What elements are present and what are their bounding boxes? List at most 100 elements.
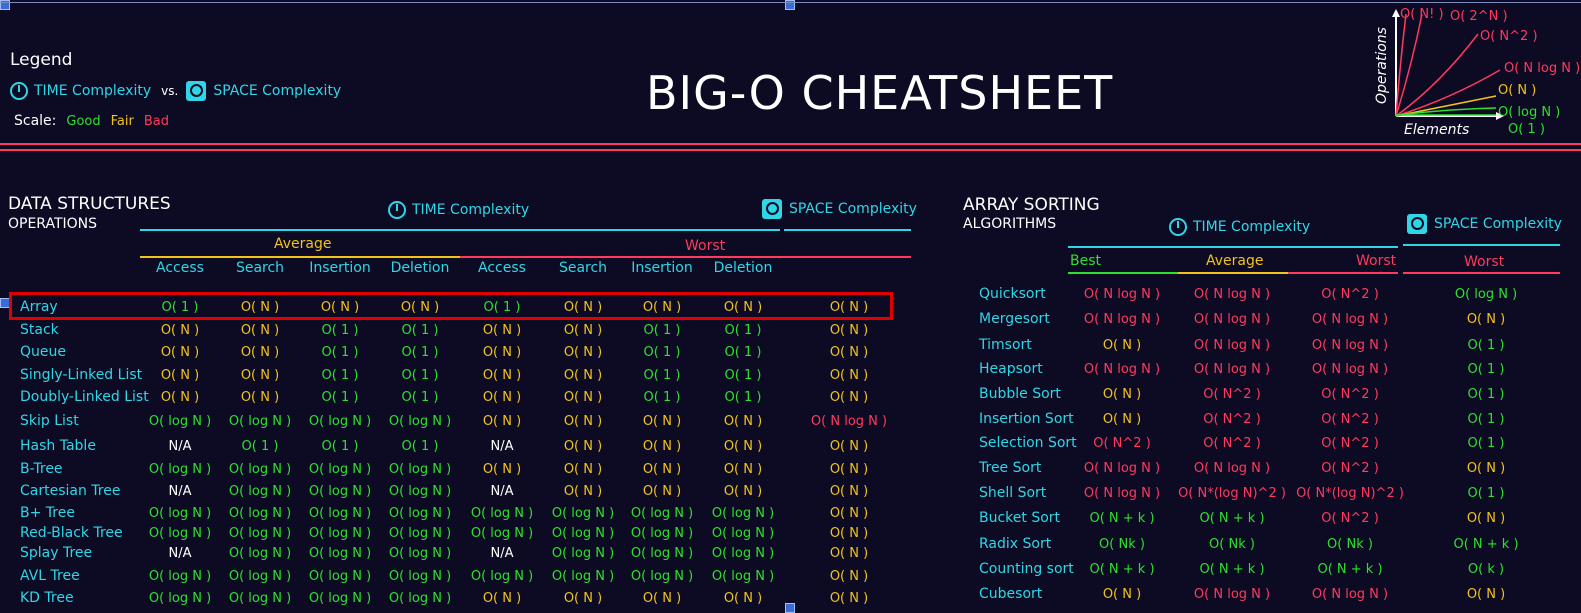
sort-cell: O( k ) bbox=[1467, 562, 1505, 577]
sort-cell: O( 1 ) bbox=[1467, 412, 1505, 427]
ds-row-name: Red-Black Tree bbox=[20, 525, 123, 541]
ds-row-name: Singly-Linked List bbox=[20, 367, 143, 383]
ds-cell: N/A bbox=[490, 484, 514, 499]
ds-cell: O( 1 ) bbox=[321, 368, 359, 383]
ds-cell: O( log N ) bbox=[711, 569, 775, 584]
ds-cell: O( N ) bbox=[829, 439, 869, 454]
ds-cell: O( log N ) bbox=[148, 569, 212, 584]
sort-cell: O( N log N ) bbox=[1083, 287, 1161, 302]
sort-cell: O( N^2 ) bbox=[1321, 287, 1379, 302]
sort-cell: O( N ) bbox=[1102, 338, 1142, 353]
ds-cell: O( N ) bbox=[482, 368, 522, 383]
sort-cell: O( N log N ) bbox=[1311, 312, 1389, 327]
ds-cell: O( 1 ) bbox=[321, 439, 359, 454]
ds-cell: O( 1 ) bbox=[321, 345, 359, 360]
ds-cell: O( log N ) bbox=[470, 506, 534, 521]
ds-row-name: B-Tree bbox=[20, 461, 63, 477]
ds-cell: O( 1 ) bbox=[643, 390, 681, 405]
ds-cell: O( log N ) bbox=[711, 506, 775, 521]
sort-cell: O( N + k ) bbox=[1317, 562, 1383, 577]
ds-cell: O( log N ) bbox=[228, 462, 292, 477]
ds-cell: O( 1 ) bbox=[643, 368, 681, 383]
ds-row-name: Stack bbox=[20, 322, 59, 338]
sort-time-label: TIME Complexity bbox=[1193, 219, 1311, 235]
ds-cell: O( N ) bbox=[829, 462, 869, 477]
ds-cell: O( 1 ) bbox=[321, 390, 359, 405]
sort-row-name: Counting sort bbox=[979, 561, 1074, 577]
ds-row-name: Skip List bbox=[20, 413, 79, 429]
ds-row-name: Splay Tree bbox=[20, 545, 93, 561]
sort-space-bar bbox=[1403, 244, 1560, 246]
ds-cell: O( N ) bbox=[829, 546, 869, 561]
legend-space-label: SPACE Complexity bbox=[213, 83, 342, 99]
ds-section-title: DATA STRUCTURES bbox=[8, 194, 171, 214]
sort-cell: O( N log N ) bbox=[1311, 362, 1389, 377]
ds-row-name: Queue bbox=[20, 344, 66, 360]
sort-row-name: Cubesort bbox=[979, 586, 1043, 602]
sort-cell: O( N^2 ) bbox=[1321, 436, 1379, 451]
ds-cell: O( N ) bbox=[829, 323, 869, 338]
ds-cell: O( log N ) bbox=[388, 569, 452, 584]
sort-cell: O( N + k ) bbox=[1199, 511, 1265, 526]
ds-column-header: Deletion bbox=[390, 260, 450, 276]
sort-cell: O( 1 ) bbox=[1467, 338, 1505, 353]
ds-row-name: Cartesian Tree bbox=[20, 483, 121, 499]
ds-cell: O( 1 ) bbox=[401, 368, 439, 383]
sort-cell: O( N + k ) bbox=[1199, 562, 1265, 577]
ds-cell: O( 1 ) bbox=[724, 368, 762, 383]
ds-cell: O( N ) bbox=[829, 484, 869, 499]
ds-cell: O( 1 ) bbox=[401, 323, 439, 338]
sort-cell: O( N^2 ) bbox=[1093, 436, 1151, 451]
ds-cell: O( N ) bbox=[723, 591, 763, 606]
ds-cell: O( log N ) bbox=[388, 591, 452, 606]
sort-cell: O( N ) bbox=[1466, 312, 1506, 327]
complexity-growth-graph: Operations Elements O( N! ) O( 2^N ) O( … bbox=[1374, 7, 1580, 138]
sort-section-title: ARRAY SORTING bbox=[963, 195, 1100, 215]
ds-cell: O( log N ) bbox=[308, 506, 372, 521]
sort-section-subtitle: ALGORITHMS bbox=[963, 216, 1057, 232]
sort-cell: O( N + k ) bbox=[1089, 511, 1155, 526]
sort-cell: O( N log N ) bbox=[1083, 486, 1161, 501]
legend-vs: vs. bbox=[161, 84, 179, 98]
sort-row-name: Shell Sort bbox=[979, 485, 1047, 501]
selection-border-top bbox=[0, 2, 1581, 3]
sort-cell: O( 1 ) bbox=[1467, 362, 1505, 377]
sort-cell: O( N log N ) bbox=[1193, 287, 1271, 302]
ds-cell: O( 1 ) bbox=[401, 390, 439, 405]
sort-cell: O( Nk ) bbox=[1209, 537, 1255, 552]
ds-cell: O( log N ) bbox=[630, 546, 694, 561]
ds-cell: O( 1 ) bbox=[724, 390, 762, 405]
ds-cell: O( log N ) bbox=[551, 569, 615, 584]
ds-cell: O( N ) bbox=[160, 323, 200, 338]
sort-worst-header: Worst bbox=[1356, 253, 1397, 269]
ds-cell: O( N ) bbox=[829, 506, 869, 521]
clock-icon bbox=[1169, 218, 1187, 236]
ds-cell: O( 1 ) bbox=[401, 345, 439, 360]
ds-cell: O( log N ) bbox=[228, 506, 292, 521]
ds-cell: O( N ) bbox=[482, 591, 522, 606]
ds-row-name: KD Tree bbox=[20, 590, 74, 606]
divider-bottom bbox=[0, 149, 1581, 151]
sort-space-worst-header: Worst bbox=[1464, 254, 1505, 270]
ds-row-name: AVL Tree bbox=[20, 568, 80, 584]
ds-cell: O( log N ) bbox=[308, 569, 372, 584]
sort-cell: O( N^2 ) bbox=[1321, 387, 1379, 402]
ds-worst-header: Worst bbox=[685, 238, 726, 254]
scale-label: Scale: bbox=[14, 113, 57, 129]
ds-cell: O( log N ) bbox=[551, 546, 615, 561]
sort-average-bar bbox=[1178, 272, 1288, 274]
ds-cell: O( log N ) bbox=[711, 526, 775, 541]
graph-y-arrow bbox=[1392, 9, 1400, 17]
ds-column-header: Insertion bbox=[309, 260, 371, 276]
ds-cell: O( log N ) bbox=[228, 546, 292, 561]
ds-cell: O( N ) bbox=[563, 414, 603, 429]
ds-time-bar bbox=[140, 229, 780, 231]
graph-label-quadratic: O( N^2 ) bbox=[1480, 29, 1538, 44]
ds-cell: O( log N ) bbox=[551, 526, 615, 541]
ds-cell: O( log N ) bbox=[308, 526, 372, 541]
resize-handle-bottom-center[interactable] bbox=[785, 603, 795, 613]
sort-cell: O( N log N ) bbox=[1083, 362, 1161, 377]
ds-cell: O( log N ) bbox=[228, 526, 292, 541]
ds-cell: O( N ) bbox=[240, 345, 280, 360]
ds-cell: O( log N ) bbox=[388, 526, 452, 541]
